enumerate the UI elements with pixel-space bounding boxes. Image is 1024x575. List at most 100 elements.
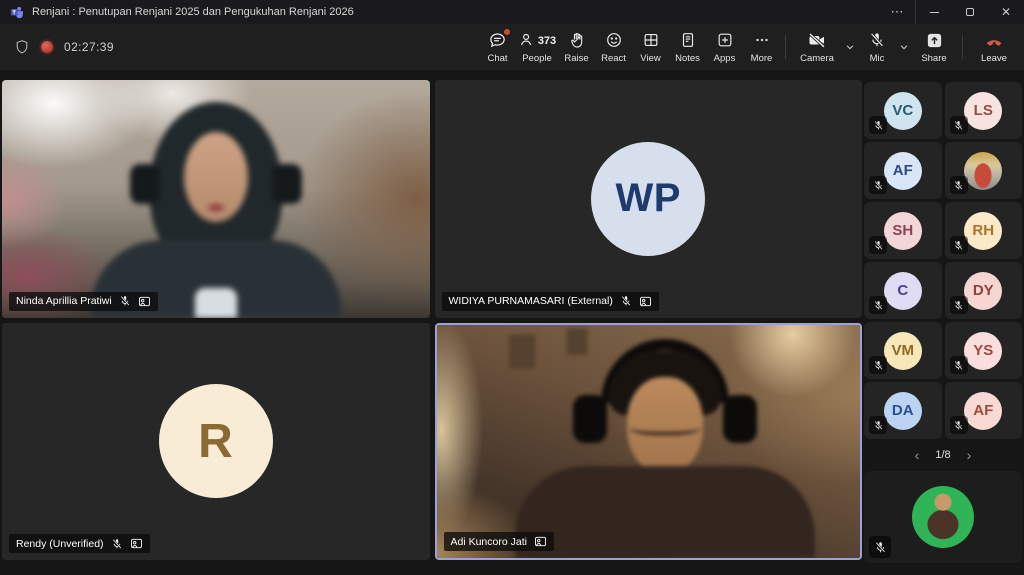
mic-off-badge <box>869 536 891 558</box>
teams-logo-icon <box>10 5 24 19</box>
person-frame-icon <box>130 537 143 550</box>
mic-off-badge <box>950 176 968 194</box>
mic-off-badge <box>950 296 968 314</box>
toolbar-divider <box>962 35 963 59</box>
camera-chevron-down-icon[interactable] <box>843 24 857 70</box>
mic-off-badge <box>869 416 887 434</box>
avatar: DA <box>884 392 922 430</box>
minimize-button[interactable] <box>916 0 952 24</box>
mic-off-badge <box>950 356 968 374</box>
title-bar: Renjani : Penutupan Renjani 2025 dan Pen… <box>0 0 1024 24</box>
avatar: VC <box>884 92 922 130</box>
raise-hand-button[interactable]: Raise <box>558 24 595 70</box>
sidebar-participant-tile[interactable]: RH <box>945 202 1023 259</box>
mic-off-badge <box>950 116 968 134</box>
recording-indicator-icon <box>41 41 53 53</box>
sidebar-participant-tile[interactable]: C <box>864 262 942 319</box>
view-button[interactable]: View <box>632 24 669 70</box>
minimize-icon <box>930 12 939 13</box>
sidebar-participant-tile[interactable]: LS <box>945 82 1023 139</box>
mic-off-icon <box>620 295 632 307</box>
name-label: Rendy (Unverified) <box>9 534 150 553</box>
next-page-icon[interactable]: › <box>967 448 972 462</box>
name-label: WIDIYA PURNAMASARI (External) <box>442 292 659 311</box>
more-button[interactable]: More <box>743 24 780 70</box>
react-icon <box>605 31 623 50</box>
chat-button[interactable]: Chat <box>479 24 516 70</box>
close-button[interactable]: ✕ <box>988 0 1024 24</box>
mic-off-badge <box>869 176 887 194</box>
view-icon <box>642 31 660 50</box>
more-icon <box>753 31 771 50</box>
chat-notification-badge <box>504 29 510 35</box>
participant-tile-rendy[interactable]: R Rendy (Unverified) <box>2 323 430 561</box>
avatar: DY <box>964 272 1002 310</box>
sidebar-participant-tile[interactable]: SH <box>864 202 942 259</box>
mic-off-badge <box>950 416 968 434</box>
meeting-timer: 02:27:39 <box>64 40 114 54</box>
maximize-icon <box>966 8 974 16</box>
toolbar-divider <box>785 35 786 59</box>
window-title: Renjani : Penutupan Renjani 2025 dan Pen… <box>32 6 354 18</box>
meeting-toolbar: 02:27:39 Chat 373 People Raise <box>0 24 1024 70</box>
teams-meeting-window: Renjani : Penutupan Renjani 2025 dan Pen… <box>0 0 1024 575</box>
leave-button[interactable]: Leave <box>968 24 1020 70</box>
prev-page-icon[interactable]: ‹ <box>915 448 920 462</box>
notes-button[interactable]: Notes <box>669 24 706 70</box>
apps-button[interactable]: Apps <box>706 24 743 70</box>
shield-icon <box>14 39 30 55</box>
mic-chevron-down-icon[interactable] <box>897 24 911 70</box>
sidebar-participant-tile[interactable]: DY <box>945 262 1023 319</box>
mic-off-icon <box>119 295 131 307</box>
participant-tile-ninda[interactable]: Ninda Aprillia Pratiwi <box>2 80 430 318</box>
sidebar-participant-tile[interactable]: AF <box>945 382 1023 439</box>
avatar: R <box>159 384 273 498</box>
meeting-stage: Ninda Aprillia Pratiwi WP WIDIYA PURNAMA… <box>0 70 1024 575</box>
mic-off-badge <box>869 296 887 314</box>
sidebar-participant-tile[interactable]: YS <box>945 322 1023 379</box>
sidebar-participant-tile[interactable]: AF <box>864 142 942 199</box>
person-frame-icon <box>639 295 652 308</box>
avatar: AF <box>884 152 922 190</box>
share-button[interactable]: Share <box>911 24 957 70</box>
apps-icon <box>716 31 734 50</box>
sidebar-participant-tile[interactable]: VC <box>864 82 942 139</box>
share-icon <box>925 31 944 50</box>
notes-icon <box>679 31 697 50</box>
chat-icon <box>488 31 507 50</box>
person-frame-icon <box>534 535 547 548</box>
participants-sidebar: VCLSAFSHRHCDYVMYSDAAF ‹ 1/8 › <box>864 82 1022 563</box>
react-button[interactable]: React <box>595 24 632 70</box>
avatar-photo <box>964 152 1002 190</box>
participant-tile-adi[interactable]: Adi Kuncoro Jati <box>435 323 863 561</box>
avatar: WP <box>591 142 705 256</box>
video-feed <box>2 80 430 318</box>
maximize-button[interactable] <box>952 0 988 24</box>
mic-off-badge <box>869 236 887 254</box>
sidebar-participant-tile[interactable] <box>945 142 1023 199</box>
mic-off-icon <box>868 31 886 50</box>
people-button[interactable]: 373 People <box>516 24 558 70</box>
window-more-button[interactable]: ⋯ <box>880 0 916 24</box>
mic-off-badge <box>950 236 968 254</box>
avatar: SH <box>884 212 922 250</box>
participant-tile-widiya[interactable]: WP WIDIYA PURNAMASARI (External) <box>435 80 863 318</box>
name-label: Adi Kuncoro Jati <box>444 532 554 551</box>
leave-icon <box>983 31 1005 50</box>
avatar: C <box>884 272 922 310</box>
raise-hand-icon <box>568 31 586 50</box>
mic-off-badge <box>869 356 887 374</box>
camera-off-icon <box>807 31 827 50</box>
avatar: LS <box>964 92 1002 130</box>
self-video-tile[interactable] <box>864 471 1022 563</box>
camera-button[interactable]: Camera <box>791 24 843 70</box>
video-feed <box>437 325 861 559</box>
mic-off-icon <box>111 538 123 550</box>
person-frame-icon <box>138 295 151 308</box>
self-avatar-photo <box>912 486 974 548</box>
avatar: YS <box>964 332 1002 370</box>
mic-button[interactable]: Mic <box>857 24 897 70</box>
avatar: AF <box>964 392 1002 430</box>
sidebar-participant-tile[interactable]: DA <box>864 382 942 439</box>
sidebar-participant-tile[interactable]: VM <box>864 322 942 379</box>
